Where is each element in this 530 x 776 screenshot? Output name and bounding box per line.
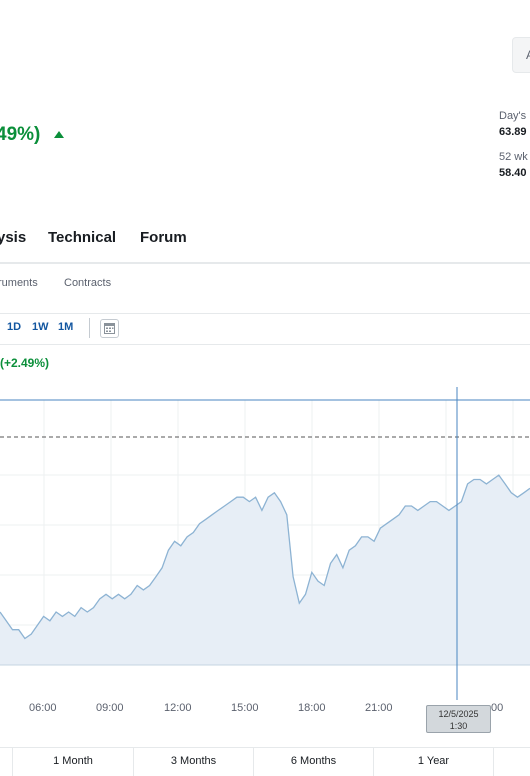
range-selector: 1 Month 3 Months 6 Months 1 Year	[0, 747, 530, 776]
tab-analysis[interactable]: ysis	[0, 229, 26, 246]
timeframe-1d[interactable]: 1D	[7, 321, 21, 333]
x-tick-label: 09:00	[96, 702, 124, 714]
range-1-year-button[interactable]: 1 Year	[373, 748, 493, 776]
x-tick-label: 00	[491, 702, 504, 714]
range-1-month-button[interactable]: 1 Month	[12, 748, 133, 776]
x-tick-label: 12:00	[164, 702, 192, 714]
crosshair-tooltip: 12/5/2025 1:30	[426, 705, 491, 733]
x-tick-label: 21:00	[365, 702, 393, 714]
x-tick-label: 15:00	[231, 702, 259, 714]
tooltip-date: 12/5/2025	[438, 709, 479, 719]
top-right-button-label: A	[526, 48, 530, 62]
timeframe-1m[interactable]: 1M	[58, 321, 73, 333]
range-3-months-button[interactable]: 3 Months	[133, 748, 253, 776]
range-6-months-button[interactable]: 6 Months	[253, 748, 373, 776]
price-chart[interactable]	[0, 385, 530, 700]
calendar-icon[interactable]	[100, 319, 119, 338]
chart-change-percent: (+2.49%)	[0, 356, 50, 370]
tooltip-time: 1:30	[449, 721, 468, 731]
day-range-label: Day's	[499, 110, 527, 122]
week52-range-label: 52 wk	[499, 151, 528, 163]
toolbar-separator	[89, 318, 90, 338]
tabs-divider	[0, 262, 530, 264]
range-divider-edge	[493, 748, 530, 776]
day-range-value: 63.89	[499, 126, 527, 138]
subnav-divider	[0, 313, 530, 314]
toolbar-divider	[0, 344, 530, 345]
top-right-button[interactable]: A	[512, 37, 530, 73]
tab-forum[interactable]: Forum	[140, 229, 187, 246]
up-arrow-icon	[54, 131, 64, 138]
week52-range-value: 58.40	[499, 167, 527, 179]
timeframe-1w[interactable]: 1W	[32, 321, 49, 333]
subnav-contracts[interactable]: Contracts	[64, 277, 111, 289]
subnav-instruments[interactable]: ruments	[0, 277, 38, 289]
price-change: 49%)	[0, 124, 41, 145]
x-tick-label: 18:00	[298, 702, 326, 714]
tab-technical[interactable]: Technical	[48, 229, 116, 246]
x-tick-label: 06:00	[29, 702, 57, 714]
